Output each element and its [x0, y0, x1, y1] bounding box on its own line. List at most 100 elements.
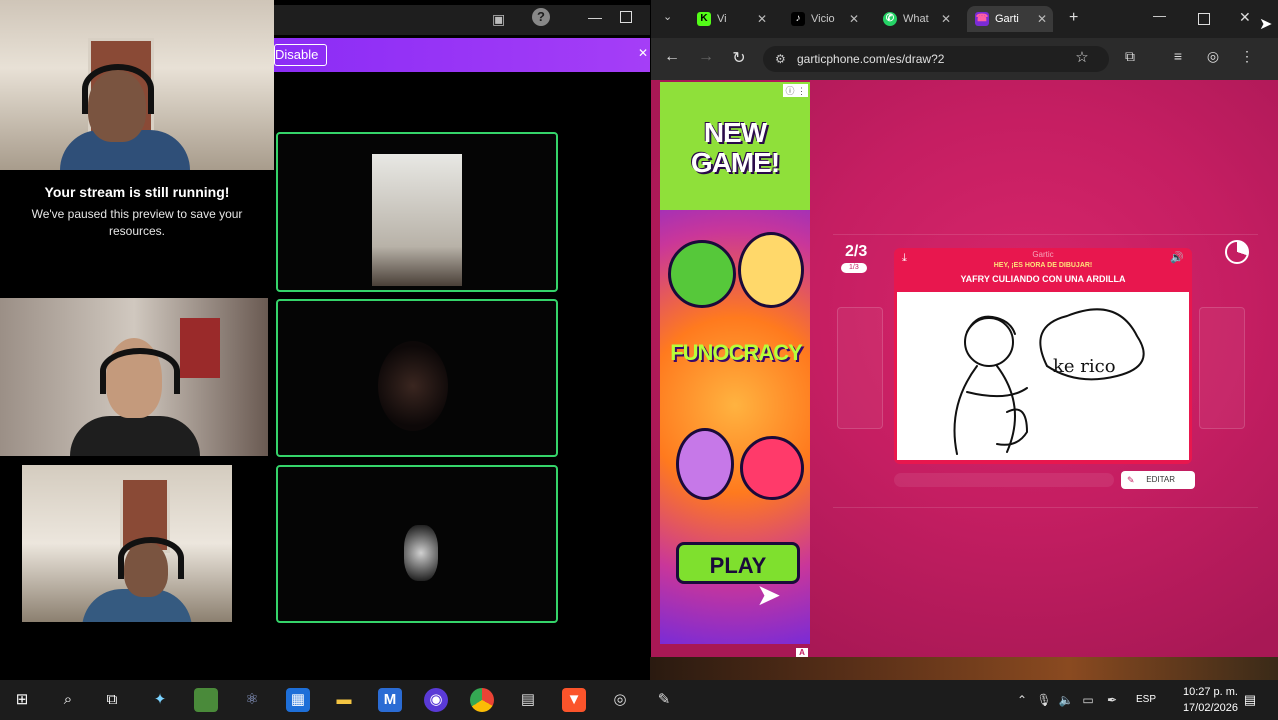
stream-toolbar: ▣ ? — [274, 5, 650, 35]
window-app-icon[interactable]: ▤ [516, 688, 540, 712]
prompt-header: HEY, ¡ES HORA DE DIBUJAR! [993, 262, 1093, 269]
whatsapp-icon: ✆ [883, 12, 897, 26]
ad-brand: FUNOCRACY [670, 340, 803, 365]
color-palette[interactable] [837, 307, 883, 429]
edit-label: EDITAR [1146, 475, 1175, 484]
new-tab-icon[interactable]: + [1069, 9, 1078, 27]
drawing-prompt: YAFRY CULIANDO CON UNA ARDILLA [960, 274, 1126, 284]
pencil-icon: ✎ [1127, 475, 1135, 485]
timer-icon [1225, 240, 1249, 264]
atom-icon[interactable]: ⚛ [240, 688, 264, 712]
maximize-icon[interactable] [1198, 13, 1210, 25]
tab-label: Vi [717, 13, 727, 25]
store-icon[interactable]: ▦ [286, 688, 310, 712]
screen-icon[interactable]: ▣ [492, 11, 505, 28]
minimize-icon[interactable]: — [1153, 8, 1166, 23]
address-bar-row: ← → ↻ ⚙ garticphone.com/es/draw?2 ☆ ⧉ ≡ … [651, 38, 1278, 80]
clock-date: 17/02/2026 [1182, 702, 1238, 714]
close-window-icon[interactable]: ✕ [1239, 9, 1251, 26]
video-tile-3[interactable] [276, 465, 558, 623]
app-extra-icon[interactable]: ✎ [652, 688, 676, 712]
tab-strip: ⌄ K Vi ✕ ♪ Vicio ✕ ✆ What ✕ ☎ Garti ✕ + … [651, 0, 1278, 38]
ad-badge: A [796, 648, 808, 657]
language-indicator[interactable]: ESP [1136, 694, 1156, 705]
game-panel: 2/3 1/3 ⤓ Gartic 🔊 HEY, ¡ES HORA DE DIBU… [833, 234, 1258, 508]
tab-close-icon[interactable]: ✕ [941, 6, 951, 32]
task-view-icon[interactable]: ⧉ [100, 688, 124, 712]
tab-label: What [903, 13, 929, 25]
ad-info-icon[interactable]: ⓘ ⋮ [783, 84, 808, 97]
disable-button[interactable]: Disable [274, 44, 328, 66]
edit-button[interactable]: ✎ EDITAR [1121, 471, 1195, 489]
discord-icon[interactable]: ◉ [424, 688, 448, 712]
url-text: garticphone.com/es/draw?2 [797, 52, 945, 66]
tab-gartic[interactable]: ☎ Garti ✕ [967, 6, 1053, 32]
browser-window: ⌄ K Vi ✕ ♪ Vicio ✕ ✆ What ✕ ☎ Garti ✕ + … [651, 0, 1278, 657]
stream-banner: Disable ✕ [274, 38, 650, 72]
microphone-icon[interactable]: 🎙 [1032, 688, 1056, 712]
tab-list-chevron-icon[interactable]: ⌄ [663, 10, 672, 23]
bookmark-star-icon[interactable]: ☆ [1071, 48, 1093, 66]
round-badge: 1/3 [841, 263, 867, 273]
stream-paused-notice: Your stream is still running! We've paus… [0, 170, 274, 298]
reload-icon[interactable]: ↻ [728, 48, 750, 68]
video-tile-2[interactable] [276, 299, 558, 457]
hidden-icons-chevron-icon[interactable]: ⌃ [1010, 688, 1034, 712]
copilot-icon[interactable]: ✦ [148, 688, 172, 712]
close-icon[interactable]: ✕ [638, 46, 648, 60]
minimize-icon[interactable]: — [588, 9, 602, 25]
notifications-icon[interactable]: ▤ [1238, 688, 1262, 712]
ad-headline: NEW GAME! [690, 117, 780, 178]
tool-palette[interactable] [1199, 307, 1245, 429]
drawing-caption: ke rico [1053, 356, 1116, 377]
volume-icon[interactable]: 🔈 [1054, 688, 1078, 712]
tab-close-icon[interactable]: ✕ [1037, 6, 1047, 32]
gartic-page: NEW GAME! ⓘ ⋮ FUNOCRACY PLAY ➤ A 2/3 1/3… [651, 80, 1278, 657]
brave-icon[interactable]: ▼ [562, 688, 586, 712]
gartic-logo: Gartic [1032, 250, 1054, 259]
drawing-canvas[interactable]: ke rico [897, 292, 1189, 460]
url-input[interactable]: ⚙ garticphone.com/es/draw?2 [763, 46, 1109, 72]
advertisement[interactable]: NEW GAME! ⓘ ⋮ FUNOCRACY PLAY ➤ [660, 82, 810, 644]
search-icon[interactable]: ⌕ [56, 688, 80, 712]
obs-icon[interactable]: ◎ [608, 688, 632, 712]
forward-icon[interactable]: → [695, 48, 717, 66]
menu-icon[interactable]: ⋮ [1236, 48, 1258, 65]
minecraft-icon[interactable] [194, 688, 218, 712]
webcam-feed-3 [22, 465, 232, 622]
windows-start-icon[interactable]: ⊞ [10, 688, 34, 712]
round-counter: 2/3 [845, 243, 868, 260]
help-icon[interactable]: ? [532, 8, 550, 26]
gartic-icon: ☎ [975, 12, 989, 26]
ad-header: NEW GAME! ⓘ ⋮ [660, 82, 810, 210]
mouse-cursor-icon: ➤ [1259, 16, 1273, 33]
kick-icon: K [697, 12, 711, 26]
maximize-icon[interactable] [620, 11, 632, 23]
cursor-arrow-icon: ➤ [756, 579, 782, 612]
file-explorer-icon[interactable]: ▬ [332, 688, 356, 712]
tab-close-icon[interactable]: ✕ [849, 6, 859, 32]
video-tile-1[interactable] [276, 132, 558, 292]
desktop-wallpaper [650, 657, 1278, 680]
tab-close-icon[interactable]: ✕ [757, 6, 767, 32]
extensions-icon[interactable]: ⧉ [1119, 48, 1141, 65]
ad-play-button[interactable]: PLAY [676, 542, 800, 584]
tab-tiktok[interactable]: ♪ Vicio ✕ [783, 6, 865, 32]
tab-whatsapp[interactable]: ✆ What ✕ [875, 6, 957, 32]
drawing-sketch: ke rico [953, 308, 1145, 455]
angry-face-icon [740, 436, 804, 500]
tab-kick[interactable]: K Vi ✕ [689, 6, 773, 32]
site-settings-icon[interactable]: ⚙ [775, 46, 786, 72]
taskbar: ⊞ ⌕ ⧉ ✦ ⚛ ▦ ▬ M ◉ ▤ ▼ ◎ ✎ ⌃ 🎙 🔈 ▭ ✒ ESP … [0, 680, 1278, 720]
app-m-icon[interactable]: M [378, 688, 402, 712]
brush-size-slider[interactable] [894, 473, 1114, 487]
back-icon[interactable]: ← [661, 48, 683, 66]
ad-body: FUNOCRACY PLAY ➤ [660, 210, 810, 644]
clock[interactable]: 10:27 p. m. 17/02/2026 [1183, 684, 1238, 716]
pen-icon[interactable]: ✒ [1100, 688, 1124, 712]
chrome-icon[interactable] [470, 688, 494, 712]
media-controls-icon[interactable]: ≡ [1167, 48, 1189, 64]
network-icon[interactable]: ▭ [1076, 688, 1100, 712]
profile-icon[interactable]: ◎ [1202, 48, 1224, 65]
webcam-feed-2 [0, 298, 268, 456]
